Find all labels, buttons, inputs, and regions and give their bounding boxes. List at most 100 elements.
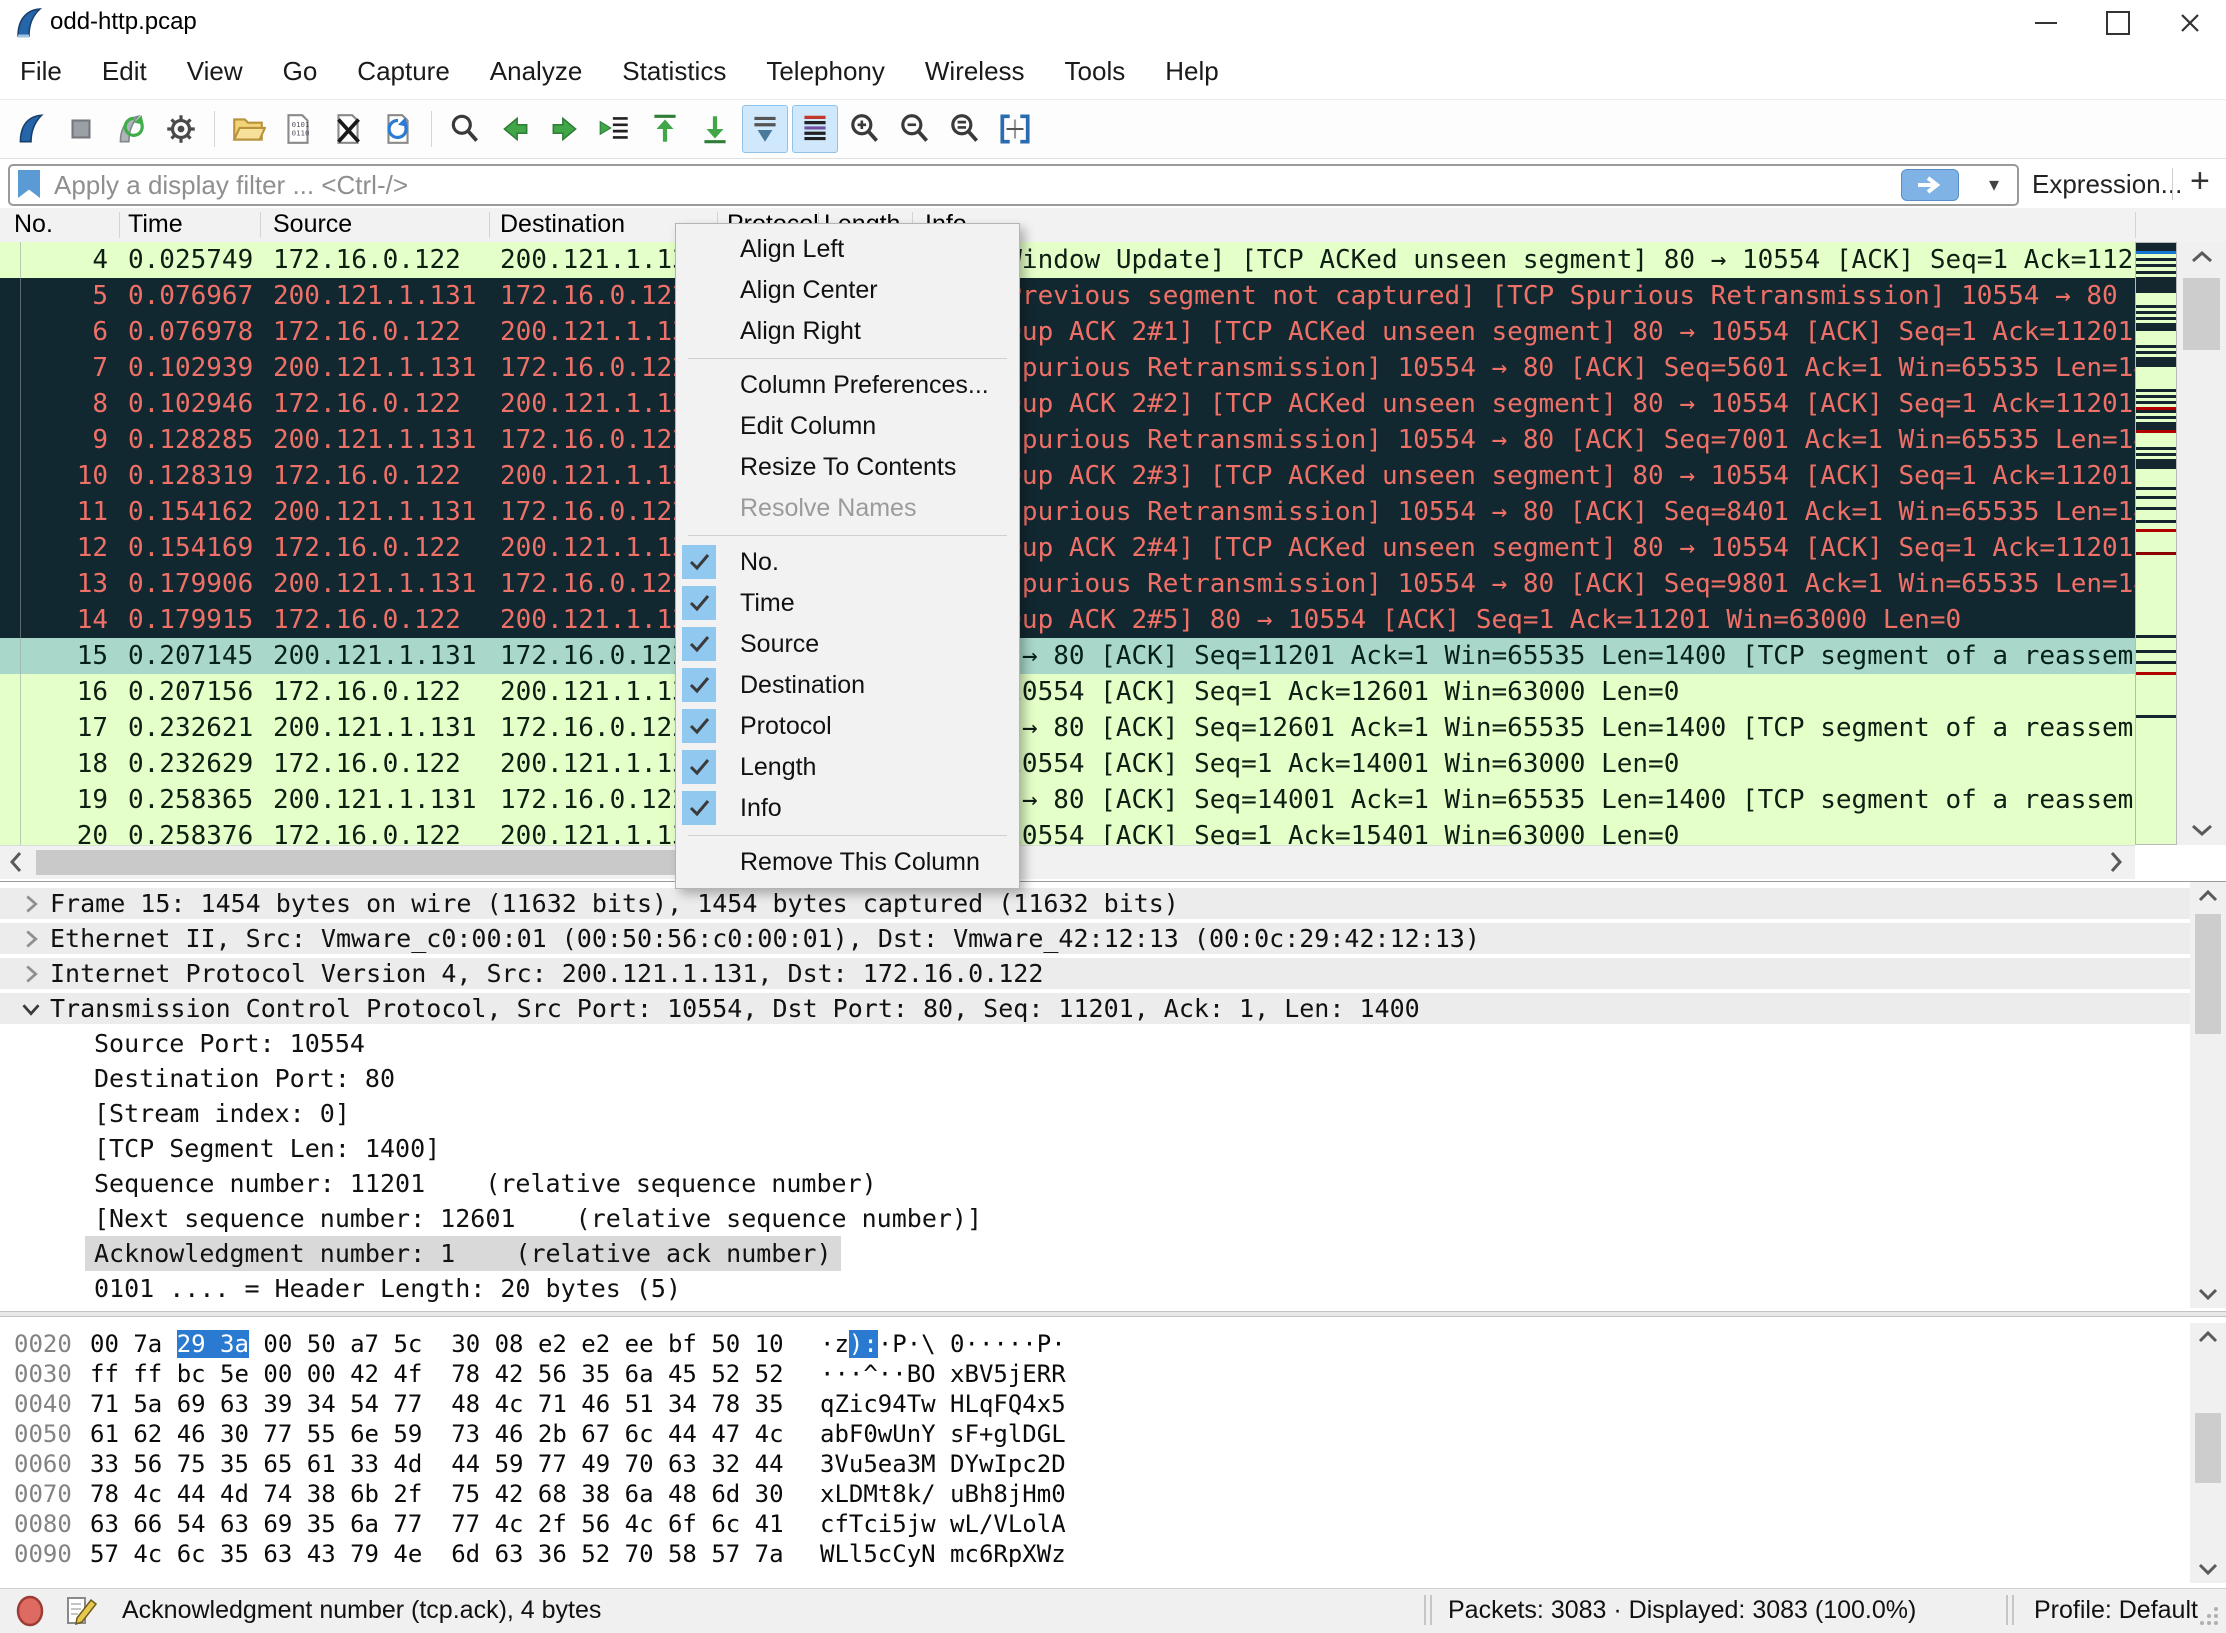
hex-vscrollbar[interactable] — [2190, 1323, 2226, 1583]
scroll-right-button[interactable] — [2100, 846, 2132, 878]
start-capture-icon[interactable] — [8, 105, 54, 153]
detail-line[interactable]: [TCP Segment Len: 1400] — [0, 1131, 2226, 1166]
menubar-item-telephony[interactable]: Telephony — [746, 45, 905, 98]
detail-line[interactable]: 0101 .... = Header Length: 20 bytes (5) — [0, 1271, 2226, 1306]
context-menu-item-align-right[interactable]: Align Right — [676, 311, 1019, 352]
details-scroll-thumb[interactable] — [2195, 914, 2221, 1034]
details-vscrollbar[interactable] — [2190, 882, 2226, 1308]
packet-row[interactable]: 50.076967200.121.1.131172.16.0.122[TCP P… — [0, 278, 2135, 314]
maximize-button[interactable] — [2082, 0, 2154, 45]
menubar-item-capture[interactable]: Capture — [337, 45, 470, 98]
hex-row[interactable]: 009057 4c 6c 35 63 43 79 4e 6d 63 36 52 … — [0, 1539, 2226, 1569]
checkbox-checked-icon[interactable] — [682, 627, 716, 661]
packet-row[interactable]: 170.232621200.121.1.131172.16.0.12210554… — [0, 710, 2135, 746]
packet-list-hscrollbar[interactable] — [0, 845, 2135, 879]
context-menu-item-length[interactable]: Length — [676, 747, 1019, 788]
close-button[interactable] — [2154, 0, 2226, 45]
column-header-destination[interactable]: Destination — [500, 208, 625, 241]
open-file-icon[interactable] — [225, 105, 271, 153]
vscroll-thumb[interactable] — [2183, 278, 2220, 350]
restart-capture-icon[interactable] — [108, 105, 154, 153]
checkbox-checked-icon[interactable] — [682, 586, 716, 620]
menubar-item-analyze[interactable]: Analyze — [470, 45, 603, 98]
scroll-up-button[interactable] — [2190, 1323, 2226, 1351]
add-filter-button[interactable]: + — [2190, 162, 2210, 201]
packet-row[interactable]: 80.102946172.16.0.122200.121.1.131[TCP D… — [0, 386, 2135, 422]
filter-bookmark-icon[interactable] — [18, 170, 40, 198]
packet-row[interactable]: 70.102939200.121.1.131172.16.0.122[TCP S… — [0, 350, 2135, 386]
auto-scroll-icon[interactable] — [742, 105, 788, 153]
go-last-icon[interactable] — [692, 105, 738, 153]
resize-grip[interactable] — [2198, 1605, 2220, 1632]
column-separator[interactable] — [489, 212, 490, 238]
column-separator[interactable] — [119, 212, 120, 238]
context-menu-item-remove-this-column[interactable]: Remove This Column — [676, 842, 1019, 883]
detail-line[interactable]: Acknowledgment number: 1 (relative ack n… — [0, 1236, 2226, 1271]
context-menu-item-resize-to-contents[interactable]: Resize To Contents — [676, 447, 1019, 488]
packet-row[interactable]: 160.207156172.16.0.122200.121.1.13180 → … — [0, 674, 2135, 710]
go-forward-icon[interactable] — [542, 105, 588, 153]
zoom-reset-icon[interactable] — [942, 105, 988, 153]
packet-row[interactable]: 130.179906200.121.1.131172.16.0.122[TCP … — [0, 566, 2135, 602]
display-filter-input[interactable]: Apply a display filter ... <Ctrl-/> ▾ — [8, 164, 2019, 206]
context-menu-item-align-center[interactable]: Align Center — [676, 270, 1019, 311]
menubar-item-help[interactable]: Help — [1145, 45, 1238, 98]
capture-options-icon[interactable] — [158, 105, 204, 153]
find-packet-icon[interactable] — [442, 105, 488, 153]
scroll-down-button[interactable] — [2190, 1555, 2226, 1583]
detail-line[interactable]: [Next sequence number: 12601 (relative s… — [0, 1201, 2226, 1236]
column-header-no[interactable]: No. — [14, 208, 53, 241]
menubar-item-edit[interactable]: Edit — [82, 45, 167, 98]
detail-line[interactable]: Ethernet II, Src: Vmware_c0:00:01 (00:50… — [0, 921, 2226, 956]
stop-capture-icon[interactable] — [58, 105, 104, 153]
minimize-button[interactable] — [2010, 0, 2082, 45]
scroll-left-button[interactable] — [0, 846, 32, 878]
packet-list-vscrollbar[interactable] — [2177, 242, 2226, 845]
context-menu-item-destination[interactable]: Destination — [676, 665, 1019, 706]
context-menu-item-time[interactable]: Time — [676, 583, 1019, 624]
menubar-item-tools[interactable]: Tools — [1045, 45, 1146, 98]
close-file-icon[interactable] — [325, 105, 371, 153]
context-menu-item-info[interactable]: Info — [676, 788, 1019, 829]
packet-row[interactable]: 140.179915172.16.0.122200.121.1.131[TCP … — [0, 602, 2135, 638]
hex-row[interactable]: 006033 56 75 35 65 61 33 4d 44 59 77 49 … — [0, 1449, 2226, 1479]
detail-line[interactable]: Transmission Control Protocol, Src Port:… — [0, 991, 2226, 1026]
context-menu-item-no[interactable]: No. — [676, 542, 1019, 583]
packet-row[interactable]: 60.076978172.16.0.122200.121.1.131[TCP D… — [0, 314, 2135, 350]
hex-row[interactable]: 0030ff ff bc 5e 00 00 42 4f 78 42 56 35 … — [0, 1359, 2226, 1389]
hex-row[interactable]: 002000 7a 29 3a 00 50 a7 5c 30 08 e2 e2 … — [0, 1329, 2226, 1359]
packet-row[interactable]: 180.232629172.16.0.122200.121.1.13180 → … — [0, 746, 2135, 782]
zoom-out-icon[interactable] — [892, 105, 938, 153]
detail-line[interactable]: Internet Protocol Version 4, Src: 200.12… — [0, 956, 2226, 991]
column-separator[interactable] — [2135, 212, 2136, 238]
column-header-source[interactable]: Source — [273, 208, 352, 241]
packet-row[interactable]: 40.025749172.16.0.122200.121.1.131[TCP W… — [0, 242, 2135, 278]
capture-comment-icon[interactable] — [64, 1592, 100, 1633]
checkbox-checked-icon[interactable] — [682, 750, 716, 784]
menubar-item-go[interactable]: Go — [263, 45, 338, 98]
hex-scroll-thumb[interactable] — [2195, 1413, 2221, 1483]
column-header-time[interactable]: Time — [128, 208, 183, 241]
packet-row[interactable]: 190.258365200.121.1.131172.16.0.12210554… — [0, 782, 2135, 818]
packet-row[interactable]: 90.128285200.121.1.131172.16.0.122[TCP S… — [0, 422, 2135, 458]
context-menu-item-source[interactable]: Source — [676, 624, 1019, 665]
checkbox-checked-icon[interactable] — [682, 791, 716, 825]
menubar-item-view[interactable]: View — [167, 45, 263, 98]
menubar-item-wireless[interactable]: Wireless — [905, 45, 1045, 98]
resize-columns-icon[interactable] — [992, 105, 1038, 153]
packet-row[interactable]: 110.154162200.121.1.131172.16.0.122[TCP … — [0, 494, 2135, 530]
scroll-down-button[interactable] — [2190, 1280, 2226, 1308]
packet-list-minimap-scrollbar[interactable] — [2135, 242, 2177, 845]
hex-row[interactable]: 008063 66 54 63 69 35 6a 77 77 4c 2f 56 … — [0, 1509, 2226, 1539]
context-menu-item-align-left[interactable]: Align Left — [676, 229, 1019, 270]
detail-line[interactable]: [Stream index: 0] — [0, 1096, 2226, 1131]
detail-line[interactable]: Destination Port: 80 — [0, 1061, 2226, 1096]
zoom-in-icon[interactable] — [842, 105, 888, 153]
expression-button[interactable]: Expression... — [2032, 169, 2182, 200]
hex-row[interactable]: 004071 5a 69 63 39 34 54 77 48 4c 71 46 … — [0, 1389, 2226, 1419]
packet-row[interactable]: 100.128319172.16.0.122200.121.1.131[TCP … — [0, 458, 2135, 494]
reload-file-icon[interactable] — [375, 105, 421, 153]
colorize-icon[interactable] — [792, 105, 838, 153]
detail-line[interactable]: Source Port: 10554 — [0, 1026, 2226, 1061]
packet-row[interactable]: 150.207145200.121.1.131172.16.0.12210554… — [0, 638, 2135, 674]
